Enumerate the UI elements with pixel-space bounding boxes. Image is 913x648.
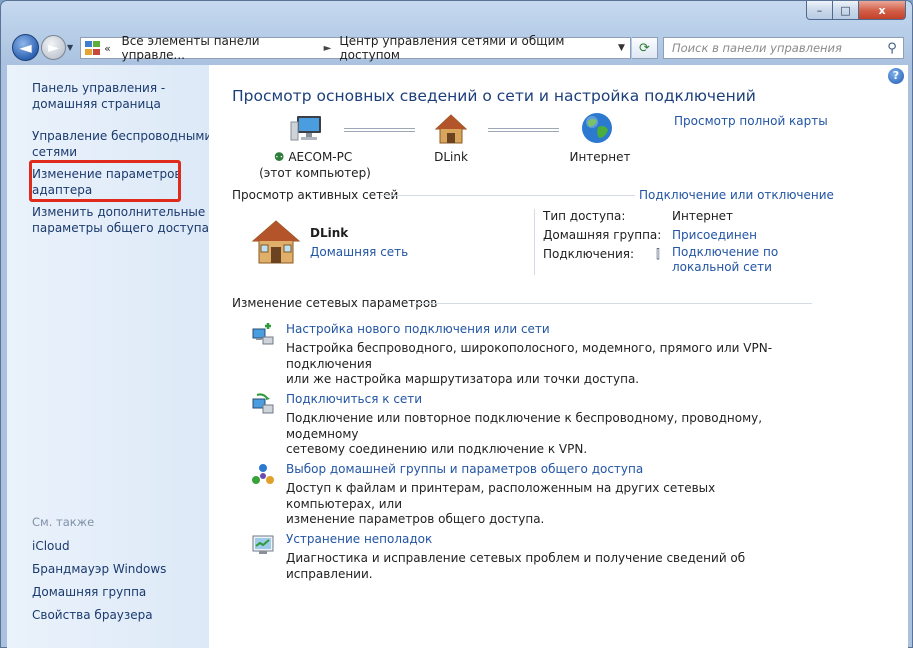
home-network-icon bbox=[251, 219, 301, 265]
task-homegroup-description: Доступ к файлам и принтерам, расположенн… bbox=[286, 481, 806, 528]
task-troubleshoot-description: Диагностика и исправление сетевых пробле… bbox=[286, 551, 806, 582]
ethernet-plug-icon: ⫿ bbox=[656, 247, 660, 261]
task-connect-network-description: Подключение или повторное подключение к … bbox=[286, 411, 806, 458]
access-type-label: Тип доступа: bbox=[543, 209, 626, 223]
local-connection-link[interactable]: Подключение по локальной сети bbox=[672, 245, 778, 275]
computer-sublabel: (этот компьютер) bbox=[259, 166, 371, 180]
full-map-link[interactable]: Просмотр полной карты bbox=[674, 114, 828, 128]
router-name: DLink bbox=[434, 150, 468, 164]
address-dropdown-icon[interactable]: ▼ bbox=[613, 43, 630, 53]
task-description-line: или же настройка маршрутизатора или точк… bbox=[286, 372, 640, 386]
new-connection-icon bbox=[251, 323, 275, 347]
section-divider bbox=[415, 303, 812, 304]
forward-button[interactable]: ► bbox=[41, 35, 66, 60]
task-troubleshoot-link[interactable]: Устранение неполадок bbox=[286, 532, 432, 546]
task-description-line: Настройка беспроводного, широкополосного… bbox=[286, 341, 773, 371]
connect-disconnect-link[interactable]: Подключение или отключение bbox=[639, 188, 834, 202]
task-description-line: сетевому соединению или подключение к VP… bbox=[286, 442, 588, 456]
task-description-line: Подключение или повторное подключение к … bbox=[286, 411, 763, 441]
sidebar-item-label: Изменить дополнительные bbox=[32, 205, 206, 219]
task-new-connection-link[interactable]: Настройка нового подключения или сети bbox=[286, 322, 550, 336]
router-house-icon[interactable] bbox=[434, 113, 468, 145]
window: – □ x ◄ ► ▼ « Все элементы панели управл… bbox=[0, 0, 913, 648]
page-title: Просмотр основных сведений о сети и наст… bbox=[232, 87, 756, 105]
sidebar-item-label: Панель управления - bbox=[32, 81, 166, 95]
local-connection-line2: локальной сети bbox=[672, 260, 772, 274]
see-also-browser-properties[interactable]: Свойства браузера bbox=[32, 607, 153, 623]
map-connection-line bbox=[488, 128, 559, 132]
sidebar-item-wireless-networks[interactable]: Управление беспроводными сетями bbox=[32, 128, 212, 160]
arrow-right-icon: ► bbox=[48, 39, 59, 56]
troubleshoot-icon bbox=[251, 533, 275, 557]
network-users-icon: ⚉ bbox=[273, 150, 285, 164]
refresh-icon: ⟳ bbox=[639, 40, 650, 56]
map-connection-line bbox=[344, 128, 415, 132]
sidebar-item-control-panel-home[interactable]: Панель управления - домашняя страница bbox=[32, 80, 165, 112]
computer-name: ⚉ AECOM-PC bbox=[263, 150, 363, 164]
control-panel-icon bbox=[85, 41, 100, 55]
search-placeholder: Поиск в панели управления bbox=[672, 41, 842, 55]
active-networks-heading: Просмотр активных сетей bbox=[232, 188, 399, 202]
access-type-value: Интернет bbox=[672, 209, 734, 223]
homegroup-icon bbox=[251, 463, 275, 487]
sidebar-item-label: домашняя страница bbox=[32, 97, 161, 111]
breadcrumb-item[interactable]: Центр управления сетями и общим доступом bbox=[339, 34, 613, 62]
computer-icon[interactable] bbox=[289, 114, 325, 144]
connect-network-icon bbox=[251, 393, 275, 417]
caption-buttons: – □ x bbox=[806, 1, 906, 20]
computer-name-label: AECOM-PC bbox=[288, 150, 353, 164]
history-dropdown-button[interactable]: ▼ bbox=[67, 43, 73, 52]
breadcrumb-item[interactable]: Все элементы панели управле... bbox=[121, 34, 315, 62]
see-also-heading: См. также bbox=[32, 515, 95, 529]
search-input[interactable]: Поиск в панели управления ⚲ bbox=[663, 37, 904, 59]
arrow-left-icon: ◄ bbox=[19, 38, 32, 57]
see-also-firewall[interactable]: Брандмауэр Windows bbox=[32, 561, 166, 577]
internet-label: Интернет bbox=[569, 150, 631, 164]
search-icon[interactable]: ⚲ bbox=[881, 41, 903, 56]
sidebar-item-label: сетями bbox=[32, 145, 78, 159]
breadcrumb-overflow-chevron[interactable]: « bbox=[104, 42, 115, 55]
refresh-button[interactable]: ⟳ bbox=[632, 37, 658, 59]
minimize-button[interactable]: – bbox=[806, 1, 833, 20]
task-description-line: изменение параметров общего доступа. bbox=[286, 512, 545, 526]
task-description-line: Диагностика и исправление сетевых пробле… bbox=[286, 551, 746, 581]
homegroup-label: Домашняя группа: bbox=[543, 228, 662, 242]
breadcrumb-separator-icon[interactable]: ► bbox=[324, 43, 332, 54]
task-connect-network-link[interactable]: Подключиться к сети bbox=[286, 392, 422, 406]
network-type-link[interactable]: Домашняя сеть bbox=[310, 245, 408, 259]
task-description-line: Доступ к файлам и принтерам, расположенн… bbox=[286, 481, 716, 511]
see-also-icloud[interactable]: iCloud bbox=[32, 538, 70, 554]
see-also-homegroup[interactable]: Домашняя группа bbox=[32, 584, 146, 600]
vertical-divider bbox=[534, 209, 535, 275]
sidebar-item-label: параметры общего доступа bbox=[32, 221, 209, 235]
help-icon[interactable]: ? bbox=[888, 68, 904, 84]
local-connection-line1: Подключение по bbox=[672, 245, 779, 259]
back-button[interactable]: ◄ bbox=[12, 34, 39, 61]
maximize-button[interactable]: □ bbox=[833, 1, 859, 20]
task-new-connection-description: Настройка беспроводного, широкополосного… bbox=[286, 341, 806, 388]
globe-icon[interactable] bbox=[581, 112, 613, 144]
connections-label: Подключения: bbox=[543, 247, 635, 261]
sidebar-item-label: Управление беспроводными bbox=[32, 129, 213, 143]
close-button[interactable]: x bbox=[859, 1, 906, 20]
network-name: DLink bbox=[310, 226, 349, 240]
task-homegroup-link[interactable]: Выбор домашней группы и параметров общег… bbox=[286, 462, 643, 476]
change-settings-heading: Изменение сетевых параметров bbox=[232, 296, 438, 310]
address-bar[interactable]: « Все элементы панели управле... ► Центр… bbox=[80, 34, 631, 62]
highlight-annotation bbox=[29, 160, 181, 202]
homegroup-value-link[interactable]: Присоединен bbox=[672, 226, 757, 245]
sidebar-item-sharing-settings[interactable]: Изменить дополнительные параметры общего… bbox=[32, 204, 209, 236]
section-divider bbox=[381, 195, 635, 196]
